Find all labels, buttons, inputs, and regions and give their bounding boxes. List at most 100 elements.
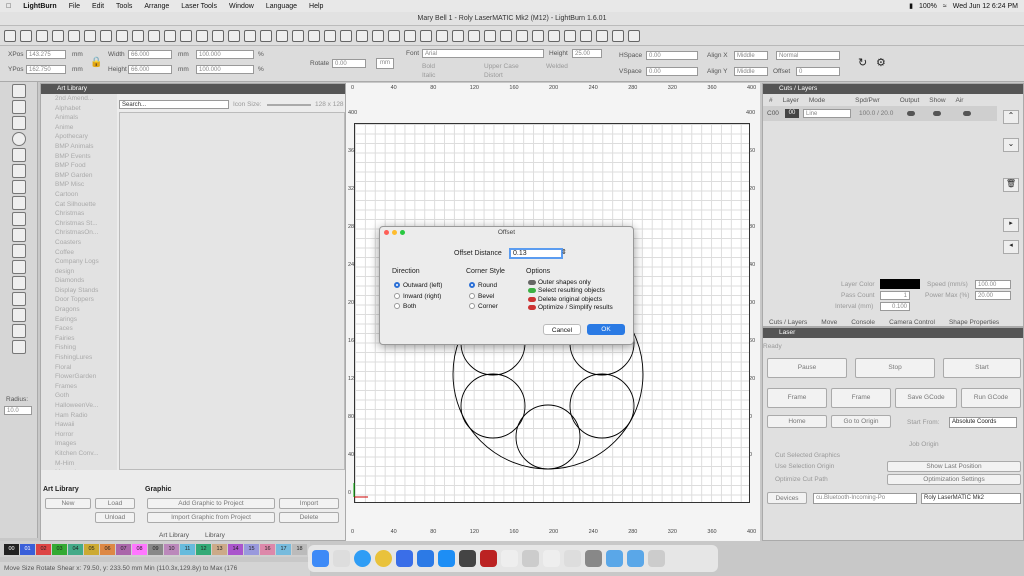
- hspace-field[interactable]: 0.00: [646, 51, 698, 60]
- corner-icon[interactable]: [596, 29, 608, 42]
- height-percent-field[interactable]: 100.000: [196, 65, 254, 74]
- minimize-icon[interactable]: [392, 230, 397, 235]
- interval-field[interactable]: 0.100: [880, 302, 910, 311]
- load-library-button[interactable]: Load: [95, 498, 135, 509]
- settings-app-icon[interactable]: [459, 550, 476, 567]
- use-selection-origin-checkbox[interactable]: Use Selection Origin: [775, 463, 834, 470]
- preview-icon[interactable]: [564, 550, 581, 567]
- library-category-item[interactable]: Cartoon: [41, 190, 117, 200]
- library-category-item[interactable]: Coasters: [41, 238, 117, 248]
- show-toggle[interactable]: [933, 111, 941, 116]
- direction-outward[interactable]: Outward (left): [394, 281, 442, 292]
- pause-button[interactable]: Pause: [767, 358, 847, 378]
- palette-swatch[interactable]: 02: [36, 543, 51, 555]
- frame-round-button[interactable]: Frame: [831, 388, 891, 408]
- align-bottom-icon[interactable]: [372, 29, 384, 42]
- zoom-app-icon[interactable]: [417, 550, 434, 567]
- monitor-icon[interactable]: [260, 29, 272, 42]
- width-percent-field[interactable]: 100.000: [196, 50, 254, 59]
- library-category-item[interactable]: Alphabet: [41, 104, 117, 114]
- palette-swatch[interactable]: 07: [116, 543, 131, 555]
- output-toggle[interactable]: [907, 111, 915, 116]
- move-icon[interactable]: [516, 29, 528, 42]
- polygon-icon[interactable]: [12, 148, 26, 162]
- library-category-item[interactable]: Door Toppers: [41, 295, 117, 305]
- speed-field[interactable]: 100.00: [975, 280, 1011, 289]
- option-delete-originals[interactable]: Delete original objects: [528, 296, 613, 304]
- corner-tool-icon[interactable]: [12, 340, 26, 354]
- port-select[interactable]: cu.Bluetooth-Incoming-Po: [813, 493, 917, 504]
- layer-row[interactable]: C00 00 Line 100.0 / 20.0: [763, 106, 997, 121]
- font-height-field[interactable]: 25.00: [572, 49, 602, 58]
- clock[interactable]: Wed Jun 12 6:24 PM: [953, 3, 1018, 10]
- library-category-item[interactable]: Christmas St...: [41, 219, 117, 229]
- copy-icon[interactable]: [84, 29, 96, 42]
- open-icon[interactable]: [4, 29, 16, 42]
- align-left-icon[interactable]: [324, 29, 336, 42]
- library-category-item[interactable]: Anime: [41, 123, 117, 133]
- palette-swatch[interactable]: 13: [212, 543, 227, 555]
- library-category-item[interactable]: Frames: [41, 382, 117, 392]
- origin-icon[interactable]: [628, 29, 640, 42]
- zoom-fit-icon[interactable]: [180, 29, 192, 42]
- library-category-item[interactable]: M-Him: [41, 459, 117, 469]
- trace-icon[interactable]: [244, 29, 256, 42]
- lightburn-icon[interactable]: [480, 550, 497, 567]
- library-category-item[interactable]: Floral: [41, 363, 117, 373]
- height-field[interactable]: 66.000: [128, 65, 172, 74]
- palette-swatch[interactable]: 03: [52, 543, 67, 555]
- uppercase-toggle[interactable]: Upper Case: [484, 63, 519, 70]
- pass-field[interactable]: 1: [880, 291, 910, 300]
- subtract-icon[interactable]: [12, 260, 26, 274]
- library-category-item[interactable]: BMP Misc: [41, 180, 117, 190]
- group-icon[interactable]: [420, 29, 432, 42]
- offset-shapes-icon[interactable]: [12, 324, 26, 338]
- settings-gear-icon[interactable]: ⚙: [876, 56, 886, 69]
- tab-cuts-layers[interactable]: Cuts / Layers: [769, 319, 807, 326]
- library-category-item[interactable]: Goth: [41, 391, 117, 401]
- library-category-item[interactable]: Dragons: [41, 305, 117, 315]
- frame-rect-button[interactable]: Frame: [767, 388, 827, 408]
- chevron-left-icon[interactable]: ◂: [1003, 240, 1019, 254]
- zoom-out-icon[interactable]: [164, 29, 176, 42]
- palette-swatch[interactable]: 09: [148, 543, 163, 555]
- safari-icon[interactable]: [354, 550, 371, 567]
- width-field[interactable]: 66.000: [128, 50, 172, 59]
- palette-swatch[interactable]: 06: [100, 543, 115, 555]
- align-top-icon[interactable]: [356, 29, 368, 42]
- toggle-off-icon[interactable]: [528, 304, 536, 310]
- align-right-icon[interactable]: [340, 29, 352, 42]
- settings-icon[interactable]: [276, 29, 288, 42]
- position-icon[interactable]: [12, 180, 26, 194]
- palette-swatch[interactable]: 01: [20, 543, 35, 555]
- save-gcode-button[interactable]: Save GCode: [895, 388, 957, 408]
- library-category-item[interactable]: Images: [41, 439, 117, 449]
- bold-toggle[interactable]: Bold: [422, 63, 435, 70]
- tab-art-library[interactable]: Art Library: [159, 532, 189, 539]
- zoom-selection-icon[interactable]: [212, 29, 224, 42]
- small-circle[interactable]: [460, 373, 526, 439]
- union-icon[interactable]: [12, 244, 26, 258]
- library-category-item[interactable]: Fairies: [41, 334, 117, 344]
- library-category-item[interactable]: FlowerGarden: [41, 372, 117, 382]
- go-to-origin-button[interactable]: Go to Origin: [831, 415, 891, 428]
- palette-swatch[interactable]: 04: [68, 543, 83, 555]
- chevron-right-icon[interactable]: ▸: [1003, 218, 1019, 232]
- trash-bin-icon[interactable]: [648, 550, 665, 567]
- device-select[interactable]: Roly LaserMATIC Mk2: [921, 493, 1021, 504]
- small-circle[interactable]: [569, 373, 635, 439]
- trash-icon[interactable]: 🗑: [1003, 178, 1019, 192]
- library-category-item[interactable]: design: [41, 267, 117, 277]
- weld-shapes-icon[interactable]: [12, 228, 26, 242]
- show-last-position-button[interactable]: Show Last Position: [887, 461, 1021, 472]
- direction-both[interactable]: Both: [394, 302, 442, 313]
- radio-icon[interactable]: [394, 292, 400, 299]
- circular-array-icon[interactable]: [12, 308, 26, 322]
- layer-swatch[interactable]: 00: [785, 109, 799, 118]
- folder-icon[interactable]: [606, 550, 623, 567]
- launchpad-icon[interactable]: [333, 550, 350, 567]
- layer-color-swatch[interactable]: [880, 279, 920, 289]
- import-button[interactable]: Import: [279, 498, 339, 509]
- library-category-item[interactable]: BMP Food: [41, 161, 117, 171]
- option-optimize[interactable]: Optimize / Simplify results: [528, 304, 613, 312]
